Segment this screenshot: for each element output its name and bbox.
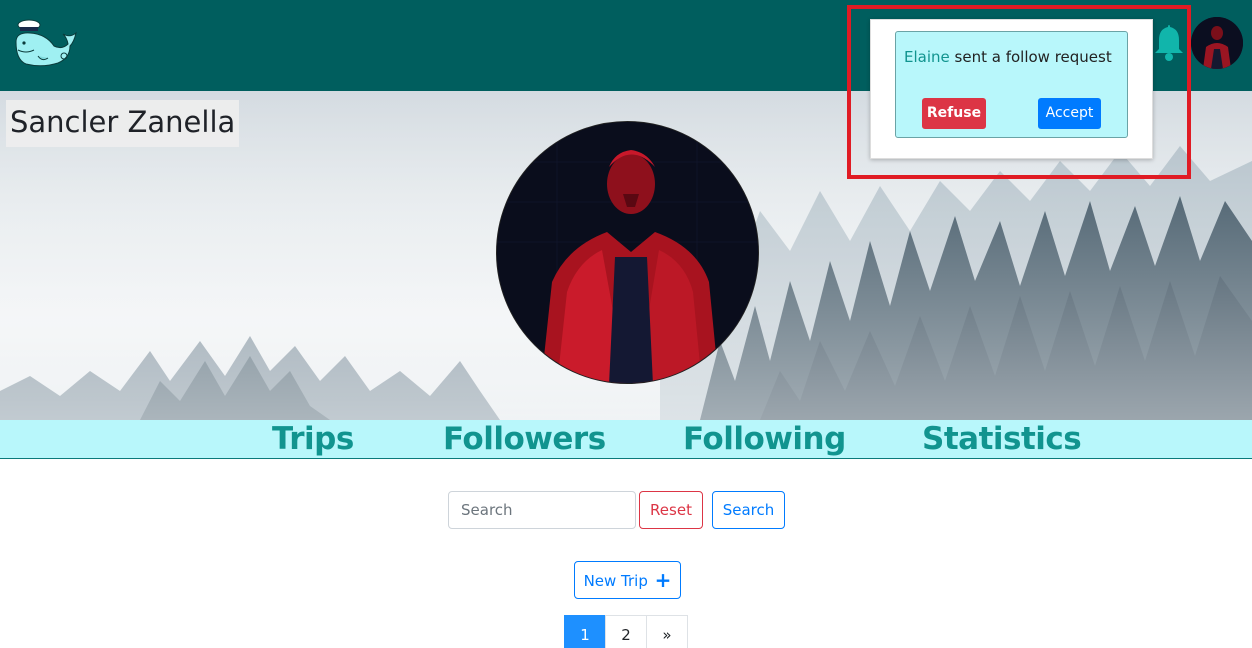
plus-icon: + (654, 568, 672, 592)
tab-followers[interactable]: Followers (443, 420, 606, 458)
profile-name: Sancler Zanella (6, 100, 240, 147)
page-2-link[interactable]: 2 (605, 615, 647, 648)
search-button[interactable]: Search (712, 491, 785, 529)
next-page-link[interactable]: » (646, 615, 688, 648)
pagination: 1 2 » (564, 615, 688, 648)
profile-tabs: Trips Followers Following Statistics (0, 420, 1252, 459)
search-input[interactable] (448, 491, 636, 529)
new-trip-button[interactable]: New Trip + (574, 561, 681, 599)
whale-logo-icon[interactable] (12, 16, 82, 72)
profile-picture (496, 121, 759, 384)
profile-page: Sancler Zanella Trips Followers Followin… (0, 0, 1252, 648)
tab-following[interactable]: Following (683, 420, 846, 458)
reset-button[interactable]: Reset (639, 491, 703, 529)
highlight-box (847, 5, 1191, 179)
tab-statistics[interactable]: Statistics (922, 420, 1082, 458)
page-1-link[interactable]: 1 (564, 615, 606, 648)
new-trip-label: New Trip (583, 572, 648, 590)
user-avatar[interactable] (1191, 17, 1243, 69)
tab-trips[interactable]: Trips (272, 420, 354, 458)
